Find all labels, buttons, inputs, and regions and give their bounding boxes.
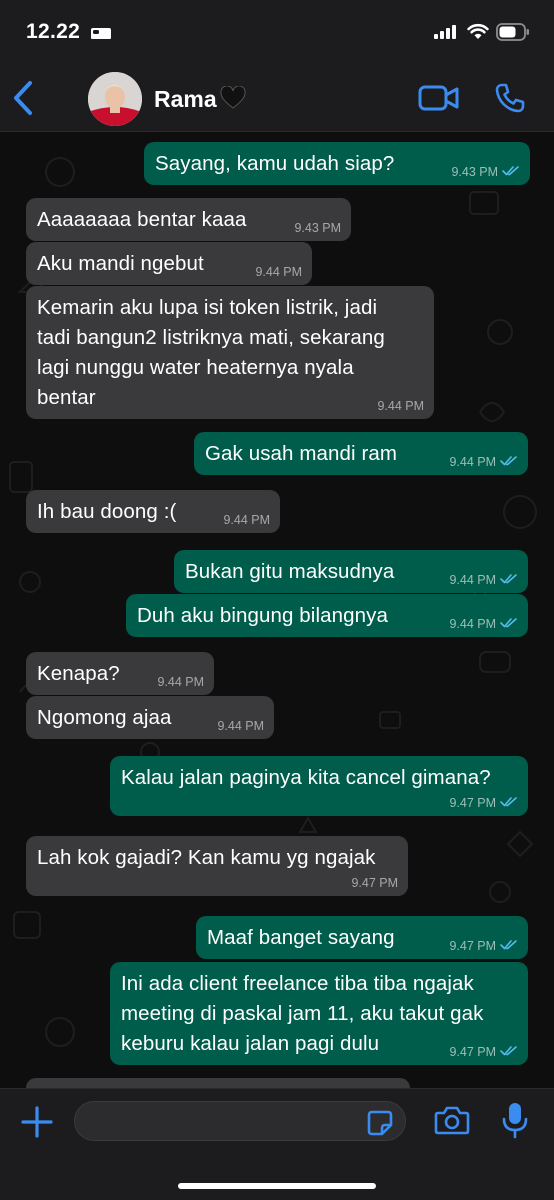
message-meta: 9.44 PM [449,573,518,587]
message-meta: 9.44 PM [449,617,518,631]
voice-call-icon[interactable] [494,82,526,119]
cellular-signal-icon [434,25,458,44]
message-meta: 9.47 PM [449,939,518,953]
home-indicator [178,1183,376,1189]
composer-bar [0,1088,554,1200]
message-time: 9.44 PM [157,675,204,689]
back-chevron-icon[interactable] [12,80,34,121]
video-call-icon[interactable] [418,84,460,117]
microphone-icon[interactable] [502,1101,528,1144]
status-time: 12.22 [26,20,81,43]
battery-icon [496,23,530,46]
read-receipt-icon [500,1045,518,1059]
message-meta: 9.44 PM [377,399,424,413]
message-time: 9.47 PM [449,796,496,810]
message-text: Kalau jalan paginya kita cancel gimana? [121,766,491,789]
plus-attach-icon[interactable] [20,1105,54,1144]
chat-header: Rama [0,64,554,132]
message-input[interactable] [74,1101,406,1141]
incoming-message[interactable]: Ngomong ajaa 9.44 PM [26,696,274,739]
message-time: 9.47 PM [351,876,398,890]
incoming-message[interactable]: Kenapa? 9.44 PM [26,652,214,695]
wifi-icon [467,23,489,45]
outgoing-message[interactable]: Bukan gitu maksudnya 9.44 PM [174,550,528,593]
message-meta: 9.44 PM [223,513,270,527]
incoming-message[interactable]: Aaaaaaaa bentar kaaa 9.43 PM [26,198,351,241]
message-list[interactable]: Sayang, kamu udah siap? 9.43 PM Aaaaaaaa b… [0,132,554,1088]
message-meta: 9.44 PM [217,719,264,733]
sleep-focus-icon [90,25,112,46]
message-meta: 9.47 PM [449,1045,518,1059]
sticker-icon[interactable] [367,1110,393,1141]
message-time: 9.44 PM [255,265,302,279]
message-time: 9.47 PM [449,1045,496,1059]
contact-avatar[interactable] [88,72,142,126]
message-meta: 9.43 PM [451,165,520,179]
read-receipt-icon [500,617,518,631]
message-time: 9.44 PM [449,617,496,631]
read-receipt-icon [500,455,518,469]
incoming-message[interactable]: Kemarin aku lupa isi token listrik, jadi… [26,286,434,419]
outgoing-message[interactable]: Kalau jalan paginya kita cancel gimana? 9… [110,756,528,816]
incoming-message[interactable]: Aku mandi ngebut 9.44 PM [26,242,312,285]
message-text: Kemarin aku lupa isi token listrik, jadi… [37,296,385,409]
outgoing-message[interactable]: Maaf banget sayang 9.47 PM [196,916,528,959]
message-time: 9.44 PM [217,719,264,733]
read-receipt-icon [500,573,518,587]
outgoing-message[interactable]: Ini ada client freelance tiba tiba ngaja… [110,962,528,1065]
message-text: Lah kok gajadi? Kan kamu yg ngajak [37,846,376,869]
message-meta: 9.43 PM [294,221,341,235]
incoming-message[interactable]: Lah kok gajadi? Kan kamu yg ngajak 9.47 P… [26,836,408,896]
message-time: 9.44 PM [223,513,270,527]
message-time: 9.47 PM [449,939,496,953]
message-time: 9.43 PM [294,221,341,235]
incoming-message[interactable]: Sekarang kan baru jam 7.30 [26,1078,410,1088]
outgoing-message[interactable]: Gak usah mandi ram 9.44 PM [194,432,528,475]
message-meta: 9.47 PM [449,796,518,810]
message-meta: 9.44 PM [157,675,204,689]
status-bar: 12.22 [0,0,554,64]
message-meta: 9.44 PM [449,455,518,469]
message-time: 9.44 PM [449,573,496,587]
message-meta: 9.44 PM [255,265,302,279]
read-receipt-icon [500,939,518,953]
camera-icon[interactable] [434,1105,470,1140]
outgoing-message[interactable]: Duh aku bingung bilangnya 9.44 PM [126,594,528,637]
message-time: 9.44 PM [377,399,424,413]
message-time: 9.43 PM [451,165,498,179]
read-receipt-icon [502,165,520,179]
message-time: 9.44 PM [449,455,496,469]
outgoing-message[interactable]: Sayang, kamu udah siap? 9.43 PM [144,142,530,185]
black-heart-icon [220,85,246,115]
contact-name[interactable]: Rama [154,86,217,113]
message-meta: 9.47 PM [351,876,398,890]
read-receipt-icon [500,796,518,810]
incoming-message[interactable]: Ih bau doong :(9.44 PM [26,490,280,533]
